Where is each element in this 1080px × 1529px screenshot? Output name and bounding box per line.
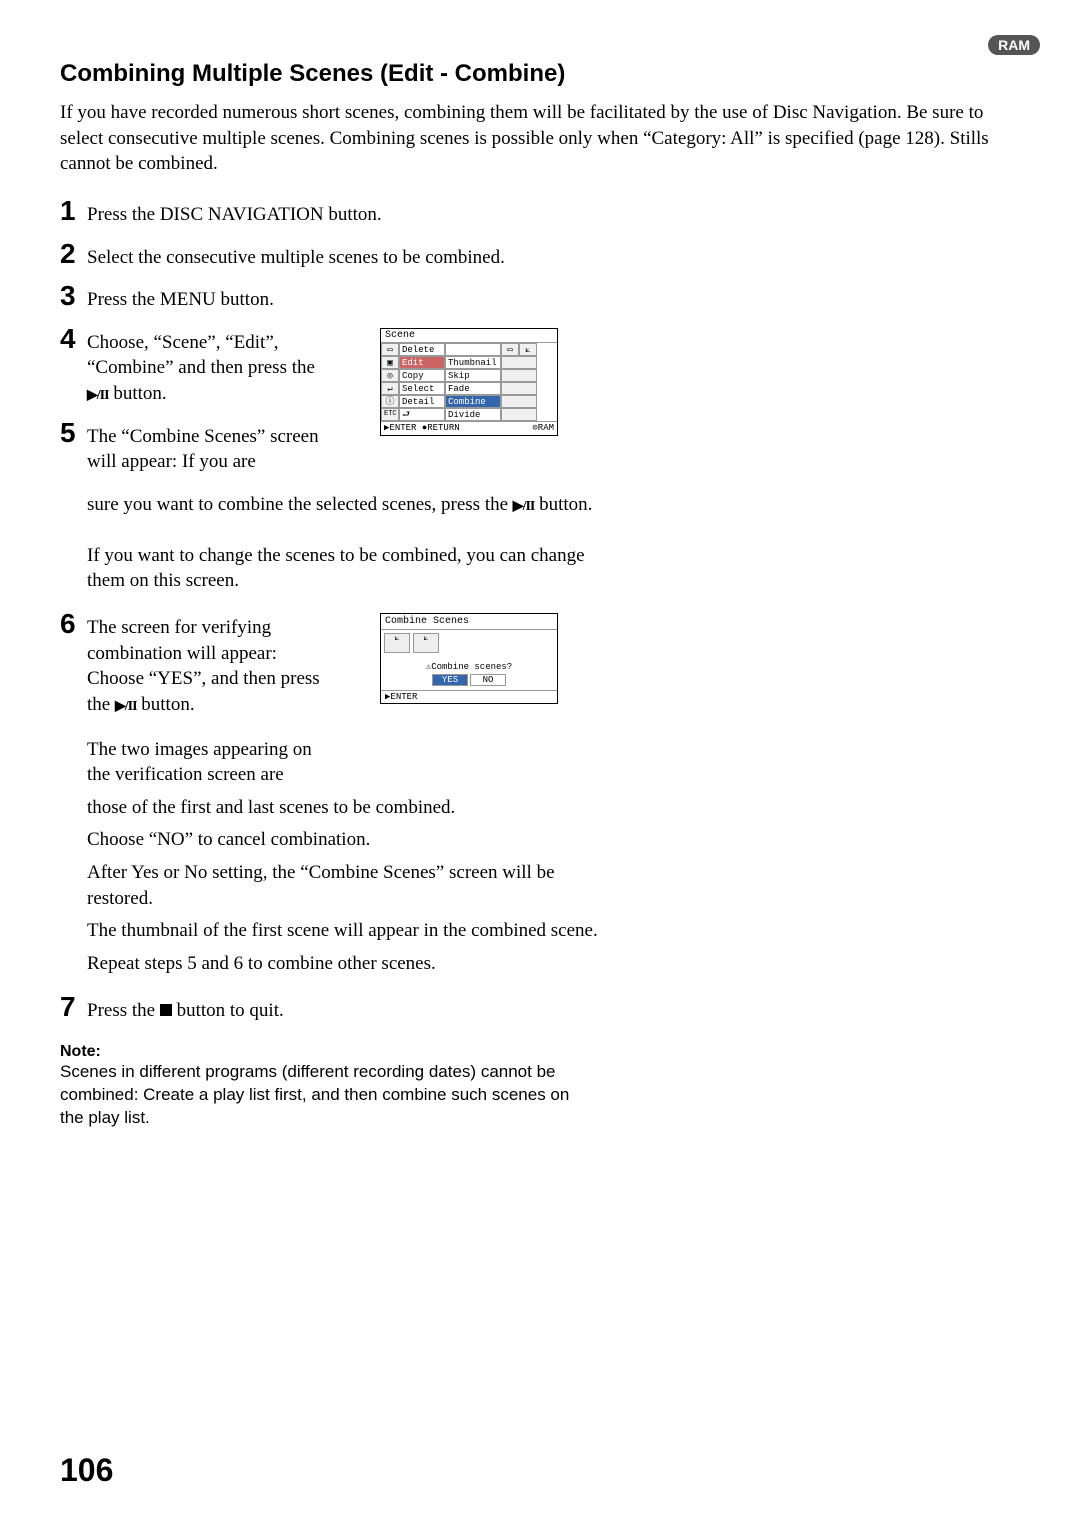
- scene-menu-thumb-icon: [501, 382, 537, 395]
- step-number-5: 5: [60, 417, 82, 449]
- scene-menu-cell: Divide: [445, 408, 501, 421]
- page-number: 106: [60, 1452, 113, 1489]
- scene-menu-icon: ETC: [381, 408, 399, 421]
- scene-menu-cell: Select: [399, 382, 445, 395]
- step-3-text: Press the MENU button.: [87, 280, 274, 313]
- step-number-3: 3: [60, 280, 82, 312]
- play-pause-icon: [87, 383, 109, 404]
- play-pause-icon: [513, 494, 535, 515]
- step-5-text-c: If you want to change the scenes to be c…: [87, 536, 617, 594]
- step-1-text: Press the DISC NAVIGATION button.: [87, 195, 382, 228]
- ram-badge: RAM: [988, 35, 1040, 55]
- scene-menu-cell: Skip: [445, 369, 501, 382]
- combine-dialog-yes-button: YES: [432, 674, 468, 686]
- step-6-text-c1: The two images appearing on the verifica…: [87, 730, 327, 788]
- combine-dialog-figure: Combine Scenes ⟀ ⟀ ⚠Combine scenes? YES …: [380, 613, 558, 704]
- scene-menu-cell: Edit: [399, 356, 445, 369]
- step-6-text-f: The thumbnail of the first scene will ap…: [87, 911, 617, 944]
- step-number-7: 7: [60, 991, 82, 1023]
- step-number-6: 6: [60, 608, 82, 640]
- scene-menu-cell: [445, 343, 501, 356]
- scene-menu-cell: Thumbnail: [445, 356, 501, 369]
- play-pause-icon: [115, 694, 137, 715]
- step-4-text: Choose, “Scene”, “Edit”, “Combine” and t…: [87, 323, 337, 407]
- scene-menu-thumb-icon: [501, 395, 537, 408]
- scene-menu-cell: Fade: [445, 382, 501, 395]
- note-text: Scenes in different programs (different …: [60, 1061, 570, 1130]
- scene-menu-icon: ◎: [381, 369, 399, 382]
- step-number-4: 4: [60, 323, 82, 355]
- scene-menu-cell: Delete: [399, 343, 445, 356]
- combine-dialog-header: Combine Scenes: [381, 614, 557, 630]
- scene-menu-header: Scene: [381, 329, 557, 344]
- combine-dialog-no-button: NO: [470, 674, 506, 686]
- step-2-text: Select the consecutive multiple scenes t…: [87, 238, 505, 271]
- step-5-text-b: sure you want to combine the selected sc…: [87, 485, 617, 518]
- scene-menu-thumb-icon: [501, 369, 537, 382]
- step-number-2: 2: [60, 238, 82, 270]
- scene-menu-figure: Scene ▭ Delete ▭ ⟀ ▣ Edit Thumbnail ◎ Co…: [380, 328, 558, 436]
- stop-icon: [160, 1004, 172, 1016]
- step-6-text-c2: those of the first and last scenes to be…: [87, 788, 617, 821]
- step-7-text: Press the button to quit.: [87, 991, 284, 1024]
- scene-menu-cell: Detail: [399, 395, 445, 408]
- step-6-text-d: Choose “NO” to cancel combination.: [87, 820, 617, 853]
- scene-menu-icon: ⓘ: [381, 395, 399, 408]
- scene-menu-thumb-icon: [501, 356, 537, 369]
- step-6-text-a: The screen for verifying combination wil…: [87, 608, 327, 718]
- scene-menu-icon: ↵: [381, 382, 399, 395]
- step-6-text-g: Repeat steps 5 and 6 to combine other sc…: [87, 944, 617, 977]
- scene-menu-footer-left: ▶ENTER ●RETURN: [384, 423, 460, 433]
- combine-dialog-thumb-first: ⟀: [384, 633, 410, 653]
- combine-dialog-footer: ▶ENTER: [381, 690, 557, 703]
- scene-menu-cell: Copy: [399, 369, 445, 382]
- scene-menu-thumb-icon: ▭: [501, 343, 519, 356]
- step-number-1: 1: [60, 195, 82, 227]
- step-5-text-a: The “Combine Scenes” screen will appear:…: [87, 417, 337, 475]
- combine-dialog-prompt: ⚠Combine scenes?: [381, 656, 557, 672]
- scene-menu-thumb-icon: ⟀: [519, 343, 537, 356]
- note-label: Note:: [60, 1043, 1020, 1061]
- scene-menu-icon: ▣: [381, 356, 399, 369]
- intro-paragraph: If you have recorded numerous short scen…: [60, 100, 1020, 177]
- combine-dialog-thumb-last: ⟀: [413, 633, 439, 653]
- scene-menu-cell-combine: Combine: [445, 395, 501, 408]
- scene-menu-cell: ⮐: [399, 408, 445, 421]
- section-title: Combining Multiple Scenes (Edit - Combin…: [60, 60, 1020, 88]
- scene-menu-thumb-icon: [501, 408, 537, 421]
- step-6-text-e: After Yes or No setting, the “Combine Sc…: [87, 853, 617, 911]
- scene-menu-icon: ▭: [381, 343, 399, 356]
- scene-menu-footer-right: ⊙RAM: [532, 423, 554, 433]
